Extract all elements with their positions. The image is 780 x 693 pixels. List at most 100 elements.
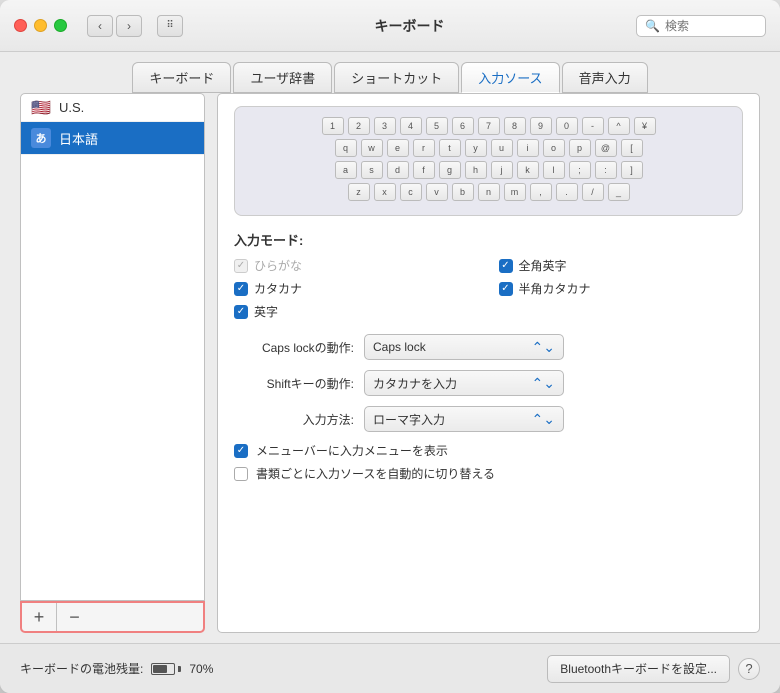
kb-key: 6 [452,117,474,135]
kb-key: - [582,117,604,135]
kb-key: 1 [322,117,344,135]
auto-switch-label: 書類ごとに入力ソースを自動的に切り替える [256,465,495,482]
kb-key: v [426,183,448,201]
shift-key-chevron-icon: ⌃⌄ [532,375,555,392]
kb-key: i [517,139,539,157]
menu-bar-label: メニューバーに入力メニューを表示 [256,442,448,459]
eiji-label: 英字 [254,303,278,320]
keyboard-preview: 1 2 3 4 5 6 7 8 9 0 - ^ ¥ q w e [234,106,743,216]
forward-button[interactable]: › [116,15,142,37]
menu-bar-check-item[interactable]: メニューバーに入力メニューを表示 [234,442,743,459]
shift-key-select[interactable]: カタカナを入力 ⌃⌄ [364,370,564,396]
input-item-japanese[interactable]: あ 日本語 [21,122,204,155]
shift-key-value: カタカナを入力 [373,375,457,392]
zenkaku-label: 全角英字 [519,257,567,274]
kb-row-2: q w e r t y u i o p @ [ [247,139,730,157]
kb-key: [ [621,139,643,157]
checkbox-eiji[interactable]: 英字 [234,303,479,320]
kb-key: a [335,161,357,179]
kb-key: / [582,183,604,201]
kb-key: , [530,183,552,201]
checkbox-zenkaku-eiji[interactable]: 全角英字 [499,257,744,274]
kb-key: f [413,161,435,179]
main-content: 🇺🇸 U.S. あ 日本語 + − 1 2 3 4 [0,93,780,643]
kb-key: r [413,139,435,157]
add-source-button[interactable]: + [22,603,57,631]
kb-key: ] [621,161,643,179]
checkbox-hiragana[interactable]: ひらがな [234,257,479,274]
kb-key: z [348,183,370,201]
input-method-label: 入力方法: [234,411,354,428]
kb-key: 8 [504,117,526,135]
left-panel: 🇺🇸 U.S. あ 日本語 + − [20,93,205,633]
input-method-chevron-icon: ⌃⌄ [532,411,555,428]
checkbox-zenkaku-indicator [499,259,513,273]
close-button[interactable] [14,19,27,32]
battery-fill [153,665,167,673]
caps-lock-label: Caps lockの動作: [234,339,354,356]
grid-button[interactable]: ⠿ [157,15,183,37]
checkbox-katakana[interactable]: カタカナ [234,280,479,297]
kb-key: u [491,139,513,157]
nav-buttons: ‹ › [87,15,142,37]
footer: キーボードの電池残量: 70% Bluetoothキーボードを設定... ? [0,643,780,693]
caps-lock-select[interactable]: Caps lock ⌃⌄ [364,334,564,360]
input-mode-label: 入力モード: [234,230,743,249]
minimize-button[interactable] [34,19,47,32]
kb-key: 2 [348,117,370,135]
right-panel: 1 2 3 4 5 6 7 8 9 0 - ^ ¥ q w e [217,93,760,633]
kb-key: ; [569,161,591,179]
checkbox-hankaku-indicator [499,282,513,296]
checkbox-katakana-indicator [234,282,248,296]
tab-input-source[interactable]: 入力ソース [461,62,559,93]
kb-key: c [400,183,422,201]
japanese-label: 日本語 [59,129,98,148]
kb-key: ^ [608,117,630,135]
battery-label: キーボードの電池残量: [20,660,143,677]
kb-key: _ [608,183,630,201]
kb-key: w [361,139,383,157]
menu-bar-checkbox[interactable] [234,444,248,458]
remove-source-button[interactable]: − [57,603,92,631]
kb-key: q [335,139,357,157]
back-button[interactable]: ‹ [87,15,113,37]
caps-lock-chevron-icon: ⌃⌄ [532,339,555,356]
kb-key: . [556,183,578,201]
kb-key: 9 [530,117,552,135]
input-method-select[interactable]: ローマ字入力 ⌃⌄ [364,406,564,432]
kb-key: : [595,161,617,179]
tabs-bar: キーボード ユーザ辞書 ショートカット 入力ソース 音声入力 [0,52,780,93]
tab-voice-input[interactable]: 音声入力 [562,62,648,93]
add-remove-bar: + − [20,601,205,633]
window-title: キーボード [193,16,626,36]
kb-key: d [387,161,409,179]
search-box[interactable]: 🔍 [636,15,766,37]
input-item-us[interactable]: 🇺🇸 U.S. [21,94,204,122]
tab-shortcut[interactable]: ショートカット [334,62,459,93]
tab-keyboard[interactable]: キーボード [132,62,231,93]
us-label: U.S. [59,100,84,115]
tab-user-dict[interactable]: ユーザ辞書 [233,62,332,93]
kb-key: l [543,161,565,179]
kb-key: x [374,183,396,201]
kb-key: t [439,139,461,157]
kb-key: b [452,183,474,201]
kb-key: m [504,183,526,201]
help-button[interactable]: ? [738,658,760,680]
battery-percent: 70% [189,662,213,676]
checkbox-hankaku-katakana[interactable]: 半角カタカナ [499,280,744,297]
auto-switch-check-item[interactable]: 書類ごとに入力ソースを自動的に切り替える [234,465,743,482]
kb-key: h [465,161,487,179]
battery-tip-icon [178,666,181,672]
caps-lock-value: Caps lock [373,340,426,354]
bluetooth-keyboard-button[interactable]: Bluetoothキーボードを設定... [547,655,730,683]
kb-key: 5 [426,117,448,135]
kb-key: j [491,161,513,179]
auto-switch-checkbox[interactable] [234,467,248,481]
battery-body [151,663,175,675]
search-input[interactable] [665,19,755,33]
kb-key: e [387,139,409,157]
kb-key: 0 [556,117,578,135]
kb-key: @ [595,139,617,157]
maximize-button[interactable] [54,19,67,32]
